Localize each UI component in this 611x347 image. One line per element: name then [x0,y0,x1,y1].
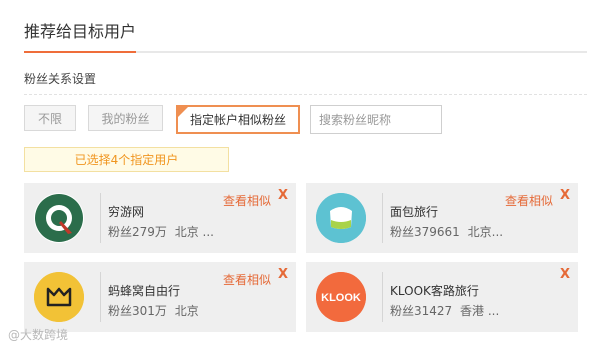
fans-count: 粉丝31427 [390,304,453,318]
fans-count: 粉丝379661 [390,225,460,239]
selected-notice-text: 已选择4个指定用户 [74,153,179,167]
fans-count: 粉丝279万 [108,225,167,239]
account-card-bread-trip: 面包旅行 粉丝379661 北京... 查看相似 X [306,183,578,253]
search-fans-input[interactable]: 搜索粉丝昵称 [310,105,442,134]
svg-text:KLOOK: KLOOK [321,292,361,304]
view-similar-link[interactable]: 查看相似 [223,192,271,209]
account-location: 北京 ... [174,225,214,239]
view-similar-link[interactable]: 查看相似 [505,192,553,209]
filter-similar-fans-button[interactable]: 指定帐户相似粉丝 [176,105,300,134]
account-card-klook: KLOOK KLOOK客路旅行 粉丝31427 香港 ... X [306,262,578,332]
page-title: 推荐给目标用户 [24,22,137,41]
account-card-qyer: 穷游网 粉丝279万 北京 ... 查看相似 X [24,183,296,253]
title-accent-bar [24,51,136,53]
filter-similar-fans-label: 指定帐户相似粉丝 [189,113,286,127]
account-meta: 粉丝279万 北京 ... [108,223,214,240]
account-name: 面包旅行 [390,205,439,219]
card-separator [100,272,101,322]
account-meta: 粉丝301万 北京 [108,302,199,319]
watermark: @大数跨境 [8,328,69,342]
section-label: 粉丝关系设置 [24,72,97,86]
mafengwo-icon [34,272,84,322]
fans-count: 粉丝301万 [108,304,167,318]
remove-account-button[interactable]: X [560,267,570,282]
klook-icon: KLOOK [316,272,366,322]
account-name: 穷游网 [108,205,145,219]
account-location: 北京 [174,304,199,318]
account-location: 北京... [467,225,504,239]
card-separator [382,193,383,243]
selected-corner-icon [178,107,188,117]
search-placeholder: 搜索粉丝昵称 [319,113,392,127]
selected-notice: 已选择4个指定用户 [24,147,229,172]
filter-unlimited-button[interactable]: 不限 [24,105,76,131]
qyer-icon [34,193,84,243]
account-card-mafengwo: 蚂蜂窝自由行 粉丝301万 北京 查看相似 X [24,262,296,332]
account-meta: 粉丝379661 北京... [390,223,503,240]
bread-trip-icon [316,193,366,243]
remove-account-button[interactable]: X [560,188,570,203]
account-name: KLOOK客路旅行 [390,284,479,298]
filter-my-fans-label: 我的粉丝 [101,111,150,126]
account-meta: 粉丝31427 香港 ... [390,302,499,319]
remove-account-button[interactable]: X [278,188,288,203]
account-name: 蚂蜂窝自由行 [108,284,181,298]
card-separator [382,272,383,322]
account-location: 香港 ... [460,304,500,318]
card-separator [100,193,101,243]
remove-account-button[interactable]: X [278,267,288,282]
filter-my-fans-button[interactable]: 我的粉丝 [88,105,163,131]
filter-unlimited-label: 不限 [37,111,62,126]
section-divider [24,94,587,95]
view-similar-link[interactable]: 查看相似 [223,271,271,288]
